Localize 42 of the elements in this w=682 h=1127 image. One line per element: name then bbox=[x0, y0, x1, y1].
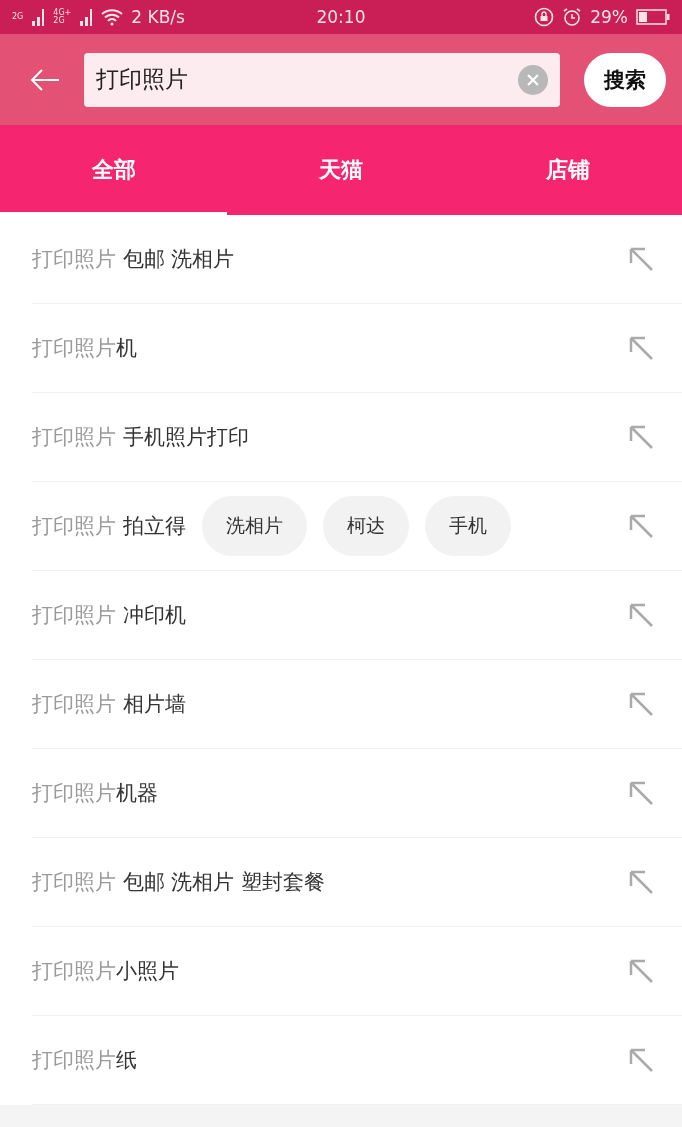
keyword-chip[interactable]: 柯达 bbox=[322, 496, 409, 556]
fill-arrow-icon[interactable] bbox=[628, 780, 654, 806]
fill-arrow-icon[interactable] bbox=[628, 513, 654, 539]
network-label: 2G bbox=[53, 17, 65, 25]
battery-icon bbox=[636, 9, 670, 25]
fill-arrow-icon[interactable] bbox=[628, 958, 654, 984]
fill-arrow-icon[interactable] bbox=[628, 602, 654, 628]
signal-icon bbox=[31, 8, 46, 26]
clear-icon[interactable] bbox=[518, 64, 548, 95]
suggestion-text[interactable]: 打印照片机 bbox=[32, 334, 137, 362]
network-speed: 2 KB/s bbox=[131, 7, 185, 27]
fill-arrow-icon[interactable] bbox=[628, 691, 654, 717]
wifi-icon bbox=[101, 8, 124, 26]
suggestion-text[interactable]: 打印照片小照片 bbox=[32, 957, 179, 985]
suggestion-text[interactable]: 打印照片 冲印机 bbox=[32, 601, 186, 629]
keyword-chip[interactable]: 洗相片 bbox=[201, 496, 307, 556]
network-label: 2G bbox=[12, 13, 24, 21]
suggestion-text[interactable]: 打印照片 拍立得 bbox=[32, 512, 186, 540]
back-arrow-icon[interactable] bbox=[30, 67, 60, 92]
fill-arrow-icon[interactable] bbox=[628, 1047, 654, 1073]
suggestion-text[interactable]: 打印照片机器 bbox=[32, 779, 158, 807]
suggestion-text[interactable]: 打印照片 相片墙 bbox=[32, 690, 186, 718]
network-label: 4G+ bbox=[53, 9, 72, 17]
clock-time: 20:10 bbox=[316, 7, 366, 27]
fill-arrow-icon[interactable] bbox=[628, 424, 654, 450]
search-button[interactable]: 搜索 bbox=[584, 52, 666, 107]
rotation-lock-icon bbox=[534, 7, 555, 27]
fill-arrow-icon[interactable] bbox=[628, 335, 654, 361]
battery-percent: 29% bbox=[590, 7, 628, 27]
category-tab[interactable]: 全部 bbox=[0, 125, 228, 215]
suggestion-text[interactable]: 打印照片 包邮 洗相片 塑封套餐 bbox=[32, 868, 326, 896]
suggestion-text[interactable]: 打印照片纸 bbox=[32, 1046, 137, 1074]
fill-arrow-icon[interactable] bbox=[628, 869, 654, 895]
alarm-icon bbox=[562, 7, 583, 27]
search-field[interactable]: 打印照片 bbox=[84, 52, 560, 107]
keyword-chip[interactable]: 手机 bbox=[424, 496, 511, 556]
signal-icon bbox=[79, 8, 94, 26]
category-tab[interactable]: 天猫 bbox=[227, 125, 455, 215]
fill-arrow-icon[interactable] bbox=[628, 246, 654, 272]
category-tab[interactable]: 店铺 bbox=[454, 125, 682, 215]
suggestion-text[interactable]: 打印照片 手机照片打印 bbox=[32, 423, 249, 451]
suggestion-text[interactable]: 打印照片 包邮 洗相片 bbox=[32, 245, 235, 273]
